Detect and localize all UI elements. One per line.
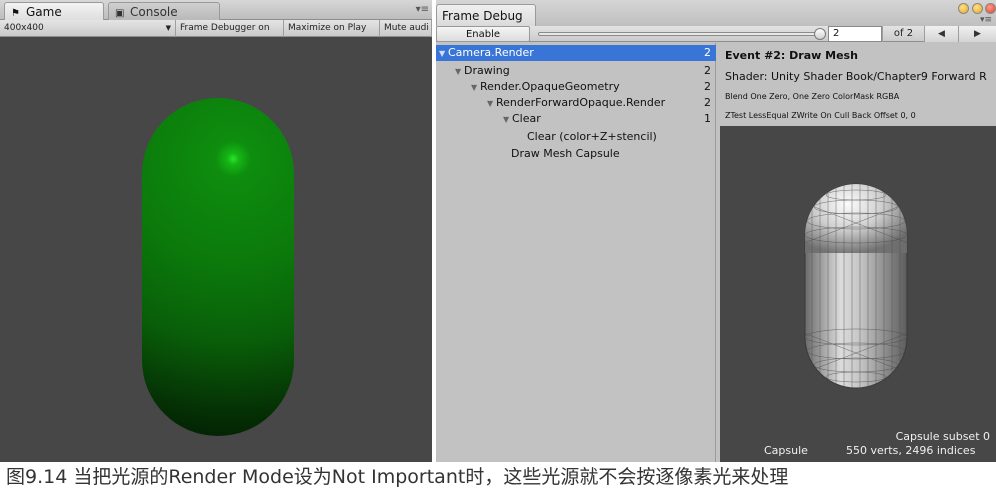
tab-frame-debug[interactable]: Frame Debug [436, 4, 536, 26]
frame-number-input[interactable]: 2 [828, 26, 882, 42]
tree-item-drawing[interactable]: ▼ Drawing 2 [436, 63, 716, 79]
tree-item-count: 2 [704, 80, 711, 93]
panel-menu-icon[interactable]: ▾≡ [980, 15, 992, 25]
tree-item-label: Render.OpaqueGeometry [480, 80, 620, 93]
tree-item-draw-mesh-capsule[interactable]: Draw Mesh Capsule [436, 146, 716, 162]
tree-item-camera-render[interactable]: ▼ Camera.Render 2 [436, 45, 716, 61]
tree-item-clear-color-z-stencil[interactable]: Clear (color+Z+stencil) [436, 129, 716, 145]
maximize-on-play-toggle[interactable]: Maximize on Play [284, 20, 380, 37]
preview-subset-label: Capsule subset 0 [895, 430, 990, 443]
tree-item-count: 2 [704, 64, 711, 77]
preview-mesh-stats: 550 verts, 2496 indices [846, 444, 976, 457]
fold-arrow-icon[interactable]: ▼ [471, 80, 480, 96]
resolution-dropdown[interactable]: 400x400 ▼ [0, 20, 176, 37]
tree-item-label: Clear [512, 112, 541, 125]
tree-item-label: RenderForwardOpaque.Render [496, 96, 666, 109]
dropdown-arrow-icon: ▼ [165, 24, 171, 32]
tree-item-label: Camera.Render [448, 46, 534, 59]
minimize-icon[interactable] [958, 3, 969, 14]
figure-caption: 图9.14 当把光源的Render Mode设为Not Important时，这… [6, 466, 789, 488]
event-title: Event #2: Draw Mesh [725, 49, 858, 62]
tree-item-label: Drawing [464, 64, 510, 77]
shader-name: Shader: Unity Shader Book/Chapter9 Forwa… [725, 70, 987, 83]
panel-menu-icon[interactable]: ▾≡ [416, 4, 429, 15]
mute-audio-toggle[interactable]: Mute audi [380, 20, 432, 37]
next-event-button[interactable]: ▶ [958, 26, 996, 42]
tab-game-label: Game [26, 5, 62, 19]
frame-slider-handle[interactable] [814, 28, 826, 40]
frame-slider[interactable] [538, 32, 826, 36]
frame-count-label: of 2 [882, 26, 924, 42]
wireframe-capsule [804, 183, 908, 389]
green-capsule [142, 98, 294, 436]
tree-item-count: 2 [704, 96, 711, 109]
frame-debug-window: Frame Debug ▾≡ Enable 2 of 2 ◀ ▶ ▼ Camera… [436, 0, 996, 462]
arrow-right-icon: ▶ [974, 29, 981, 39]
zoom-icon[interactable] [972, 3, 983, 14]
event-detail-pane: Event #2: Draw Mesh Shader: Unity Shader… [717, 43, 996, 462]
arrow-left-icon: ◀ [938, 29, 945, 39]
frame-debug-header: Frame Debug ▾≡ [436, 0, 996, 26]
tree-item-label: Draw Mesh Capsule [511, 147, 620, 160]
mesh-preview[interactable]: Capsule subset 0 Capsule 550 verts, 2496… [720, 126, 996, 462]
tree-item-label: Clear (color+Z+stencil) [527, 130, 657, 143]
fold-arrow-icon[interactable]: ▼ [455, 64, 464, 80]
blend-state: Blend One Zero, One Zero ColorMask RGBA [725, 92, 900, 101]
event-tree: ▼ Camera.Render 2 ▼ Drawing 2 ▼ Render.Opaq… [436, 43, 716, 462]
tree-item-render-forward-opaque[interactable]: ▼ RenderForwardOpaque.Render 2 [436, 95, 716, 111]
preview-mesh-name: Capsule [764, 444, 808, 457]
tree-item-render-opaque-geometry[interactable]: ▼ Render.OpaqueGeometry 2 [436, 79, 716, 95]
game-toolbar: 400x400 ▼ Frame Debugger on Maximize on … [0, 20, 432, 37]
game-viewport[interactable] [0, 37, 432, 462]
fold-arrow-icon[interactable]: ▼ [439, 46, 448, 62]
fold-arrow-icon[interactable]: ▼ [487, 96, 496, 112]
close-icon[interactable] [985, 3, 996, 14]
tree-item-count: 1 [704, 112, 711, 125]
depth-state: ZTest LessEqual ZWrite On Cull Back Offs… [725, 111, 916, 120]
enable-button[interactable]: Enable [436, 26, 530, 42]
tree-item-count: 2 [704, 46, 711, 59]
tree-item-clear[interactable]: ▼ Clear 1 [436, 111, 716, 127]
resolution-value: 400x400 [4, 23, 44, 33]
frame-debug-toolbar: Enable 2 of 2 ◀ ▶ [436, 26, 996, 42]
game-tabbar: ⚑ Game ▣ Console ▾≡ [0, 0, 432, 20]
previous-event-button[interactable]: ◀ [924, 26, 958, 42]
game-panel: ⚑ Game ▣ Console ▾≡ 400x400 ▼ Frame Debugg… [0, 0, 432, 462]
frame-debugger-toggle[interactable]: Frame Debugger on [176, 20, 284, 37]
tab-console-label: Console [130, 5, 178, 19]
tab-console[interactable]: ▣ Console [108, 2, 220, 20]
fold-arrow-icon[interactable]: ▼ [503, 112, 512, 128]
tab-game[interactable]: ⚑ Game [4, 2, 104, 20]
